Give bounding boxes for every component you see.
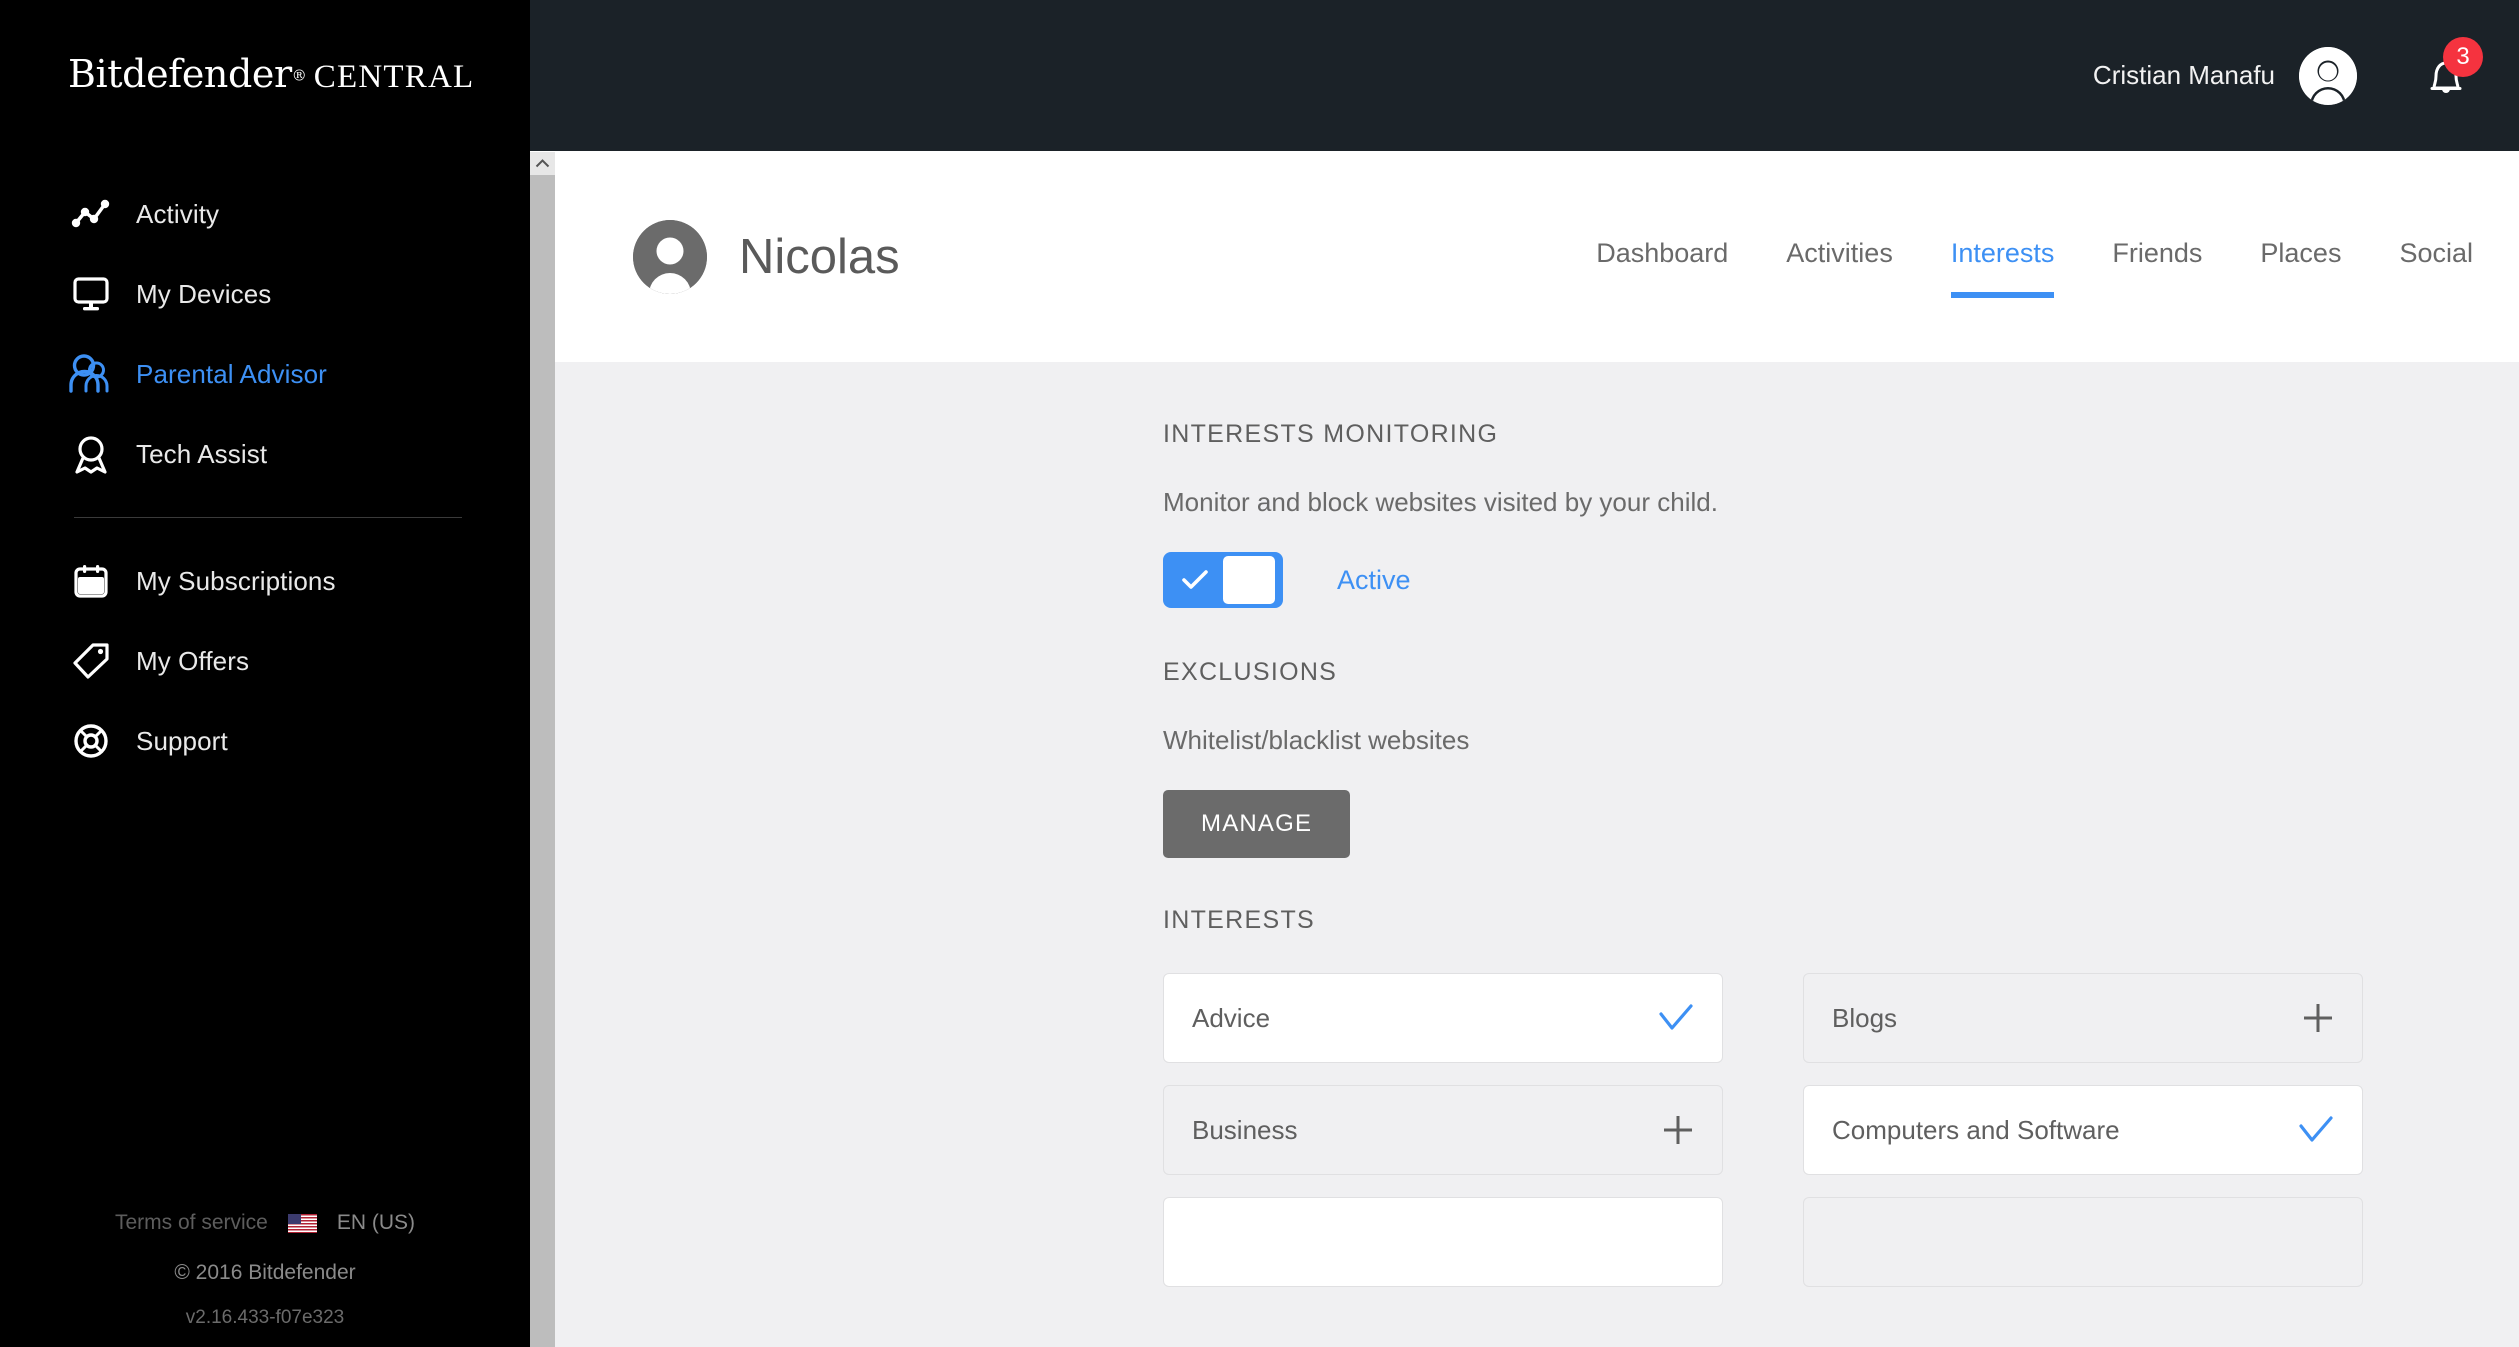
interest-card-partial-right[interactable] bbox=[1803, 1197, 2363, 1287]
interests-grid: Advice Blogs Business Computers and Soft… bbox=[1163, 973, 2519, 1287]
check-icon bbox=[2298, 1116, 2334, 1144]
interests-monitoring-description: Monitor and block websites visited by yo… bbox=[1163, 487, 1718, 517]
tab-social[interactable]: Social bbox=[2399, 238, 2473, 275]
sidebar: Bitdefender® CENTRAL Activity My Devices… bbox=[0, 0, 530, 1347]
monitoring-toggle-row: Active bbox=[1163, 552, 2519, 608]
bell-icon bbox=[2415, 60, 2477, 111]
language-selector[interactable]: EN (US) bbox=[337, 1211, 415, 1235]
life-ring-icon bbox=[68, 718, 114, 764]
sidebar-item-support[interactable]: Support bbox=[0, 702, 530, 780]
exclusions-title: EXCLUSIONS bbox=[1163, 658, 1338, 686]
notification-badge: 3 bbox=[2443, 36, 2483, 77]
sidebar-item-parental-advisor[interactable]: Parental Advisor bbox=[0, 335, 530, 413]
award-ribbon-icon bbox=[68, 431, 114, 477]
interest-card-label: Business bbox=[1192, 1114, 1298, 1145]
sidebar-item-activity[interactable]: Activity bbox=[0, 175, 530, 253]
sidebar-item-label: Support bbox=[136, 725, 228, 756]
version-text: v2.16.433-f07e323 bbox=[185, 1307, 345, 1328]
sidebar-item-label: Parental Advisor bbox=[136, 358, 327, 389]
content-panel: INTERESTS MONITORING Monitor and block w… bbox=[530, 362, 2519, 1347]
interest-card-label: Blogs bbox=[1832, 1002, 1898, 1033]
scrollbar-thumb[interactable] bbox=[530, 175, 555, 1347]
toggle-knob bbox=[1223, 556, 1275, 604]
main-area: Cristian Manafu 3 Nicolas Dashboard Acti… bbox=[530, 0, 2519, 1347]
plus-icon bbox=[1662, 1114, 1694, 1146]
copyright-text: © 2016 Bitdefender bbox=[174, 1261, 356, 1284]
brand-logo[interactable]: Bitdefender® CENTRAL bbox=[0, 0, 530, 120]
tab-interests[interactable]: Interests bbox=[1950, 238, 2054, 298]
interest-card-partial-left[interactable] bbox=[1163, 1197, 1723, 1287]
tab-friends[interactable]: Friends bbox=[2112, 238, 2202, 275]
interest-card-label: Advice bbox=[1192, 1002, 1271, 1033]
check-icon bbox=[1167, 569, 1223, 591]
interest-card-business[interactable]: Business bbox=[1163, 1085, 1723, 1175]
sidebar-item-label: Activity bbox=[136, 198, 220, 229]
sidebar-nav: Activity My Devices Parental Advisor Tec… bbox=[0, 175, 530, 780]
profile-tabs: Dashboard Activities Interests Friends P… bbox=[1596, 151, 2519, 362]
us-flag-icon bbox=[287, 1213, 317, 1233]
calendar-icon bbox=[68, 558, 114, 604]
sidebar-item-label: My Devices bbox=[136, 278, 272, 309]
interests-monitoring-title: INTERESTS MONITORING bbox=[1163, 420, 1499, 448]
page-title: Nicolas bbox=[739, 229, 900, 284]
brand-registered-mark: ® bbox=[291, 66, 307, 85]
check-icon bbox=[1658, 1004, 1694, 1032]
sidebar-item-label: My Subscriptions bbox=[136, 565, 336, 596]
sidebar-item-my-subscriptions[interactable]: My Subscriptions bbox=[0, 542, 530, 620]
exclusions-description: Whitelist/blacklist websites bbox=[1163, 725, 1470, 755]
account-user-name: Cristian Manafu bbox=[2092, 60, 2275, 90]
tab-dashboard[interactable]: Dashboard bbox=[1596, 238, 1728, 275]
sidebar-item-tech-assist[interactable]: Tech Assist bbox=[0, 415, 530, 493]
interest-card-label: Computers and Software bbox=[1832, 1114, 2120, 1145]
user-avatar-icon[interactable] bbox=[2299, 46, 2357, 105]
interest-card-computers-and-software[interactable]: Computers and Software bbox=[1803, 1085, 2363, 1175]
page-scrollbar[interactable] bbox=[530, 152, 555, 1347]
child-avatar-icon bbox=[633, 219, 707, 294]
tab-activities[interactable]: Activities bbox=[1786, 238, 1893, 275]
brand-product: CENTRAL bbox=[313, 59, 475, 95]
interests-title: INTERESTS bbox=[1163, 906, 1315, 934]
plus-icon bbox=[2302, 1002, 2334, 1034]
app-root: Bitdefender® CENTRAL Activity My Devices… bbox=[0, 0, 2519, 1347]
price-tag-icon bbox=[68, 638, 114, 684]
footer-links-row: Terms of service EN (US) bbox=[0, 1211, 530, 1235]
sidebar-item-label: My Offers bbox=[136, 645, 250, 676]
top-header-bar: Cristian Manafu 3 bbox=[530, 0, 2519, 151]
sidebar-item-my-devices[interactable]: My Devices bbox=[0, 255, 530, 333]
interest-card-blogs[interactable]: Blogs bbox=[1803, 973, 2363, 1063]
tab-places[interactable]: Places bbox=[2260, 238, 2341, 275]
chevron-up-icon bbox=[535, 159, 550, 168]
sidebar-item-label: Tech Assist bbox=[136, 438, 268, 469]
monitoring-toggle[interactable] bbox=[1163, 552, 1283, 608]
sidebar-footer: Terms of service EN (US) © 2016 Bitdefen… bbox=[0, 1211, 530, 1329]
monitoring-status-label: Active bbox=[1337, 564, 1411, 595]
profile-header: Nicolas Dashboard Activities Interests F… bbox=[530, 151, 2519, 362]
sidebar-divider bbox=[74, 517, 462, 518]
monitor-icon bbox=[68, 271, 114, 317]
sidebar-item-my-offers[interactable]: My Offers bbox=[0, 622, 530, 700]
interest-card-advice[interactable]: Advice bbox=[1163, 973, 1723, 1063]
activity-chart-icon bbox=[68, 191, 114, 237]
brand-name: Bitdefender bbox=[68, 52, 292, 96]
scroll-up-button[interactable] bbox=[530, 152, 555, 175]
terms-of-service-link[interactable]: Terms of service bbox=[115, 1211, 268, 1235]
manage-exclusions-button[interactable]: MANAGE bbox=[1163, 790, 1351, 858]
parent-child-icon bbox=[68, 351, 114, 397]
notifications-button[interactable]: 3 bbox=[2415, 36, 2483, 107]
